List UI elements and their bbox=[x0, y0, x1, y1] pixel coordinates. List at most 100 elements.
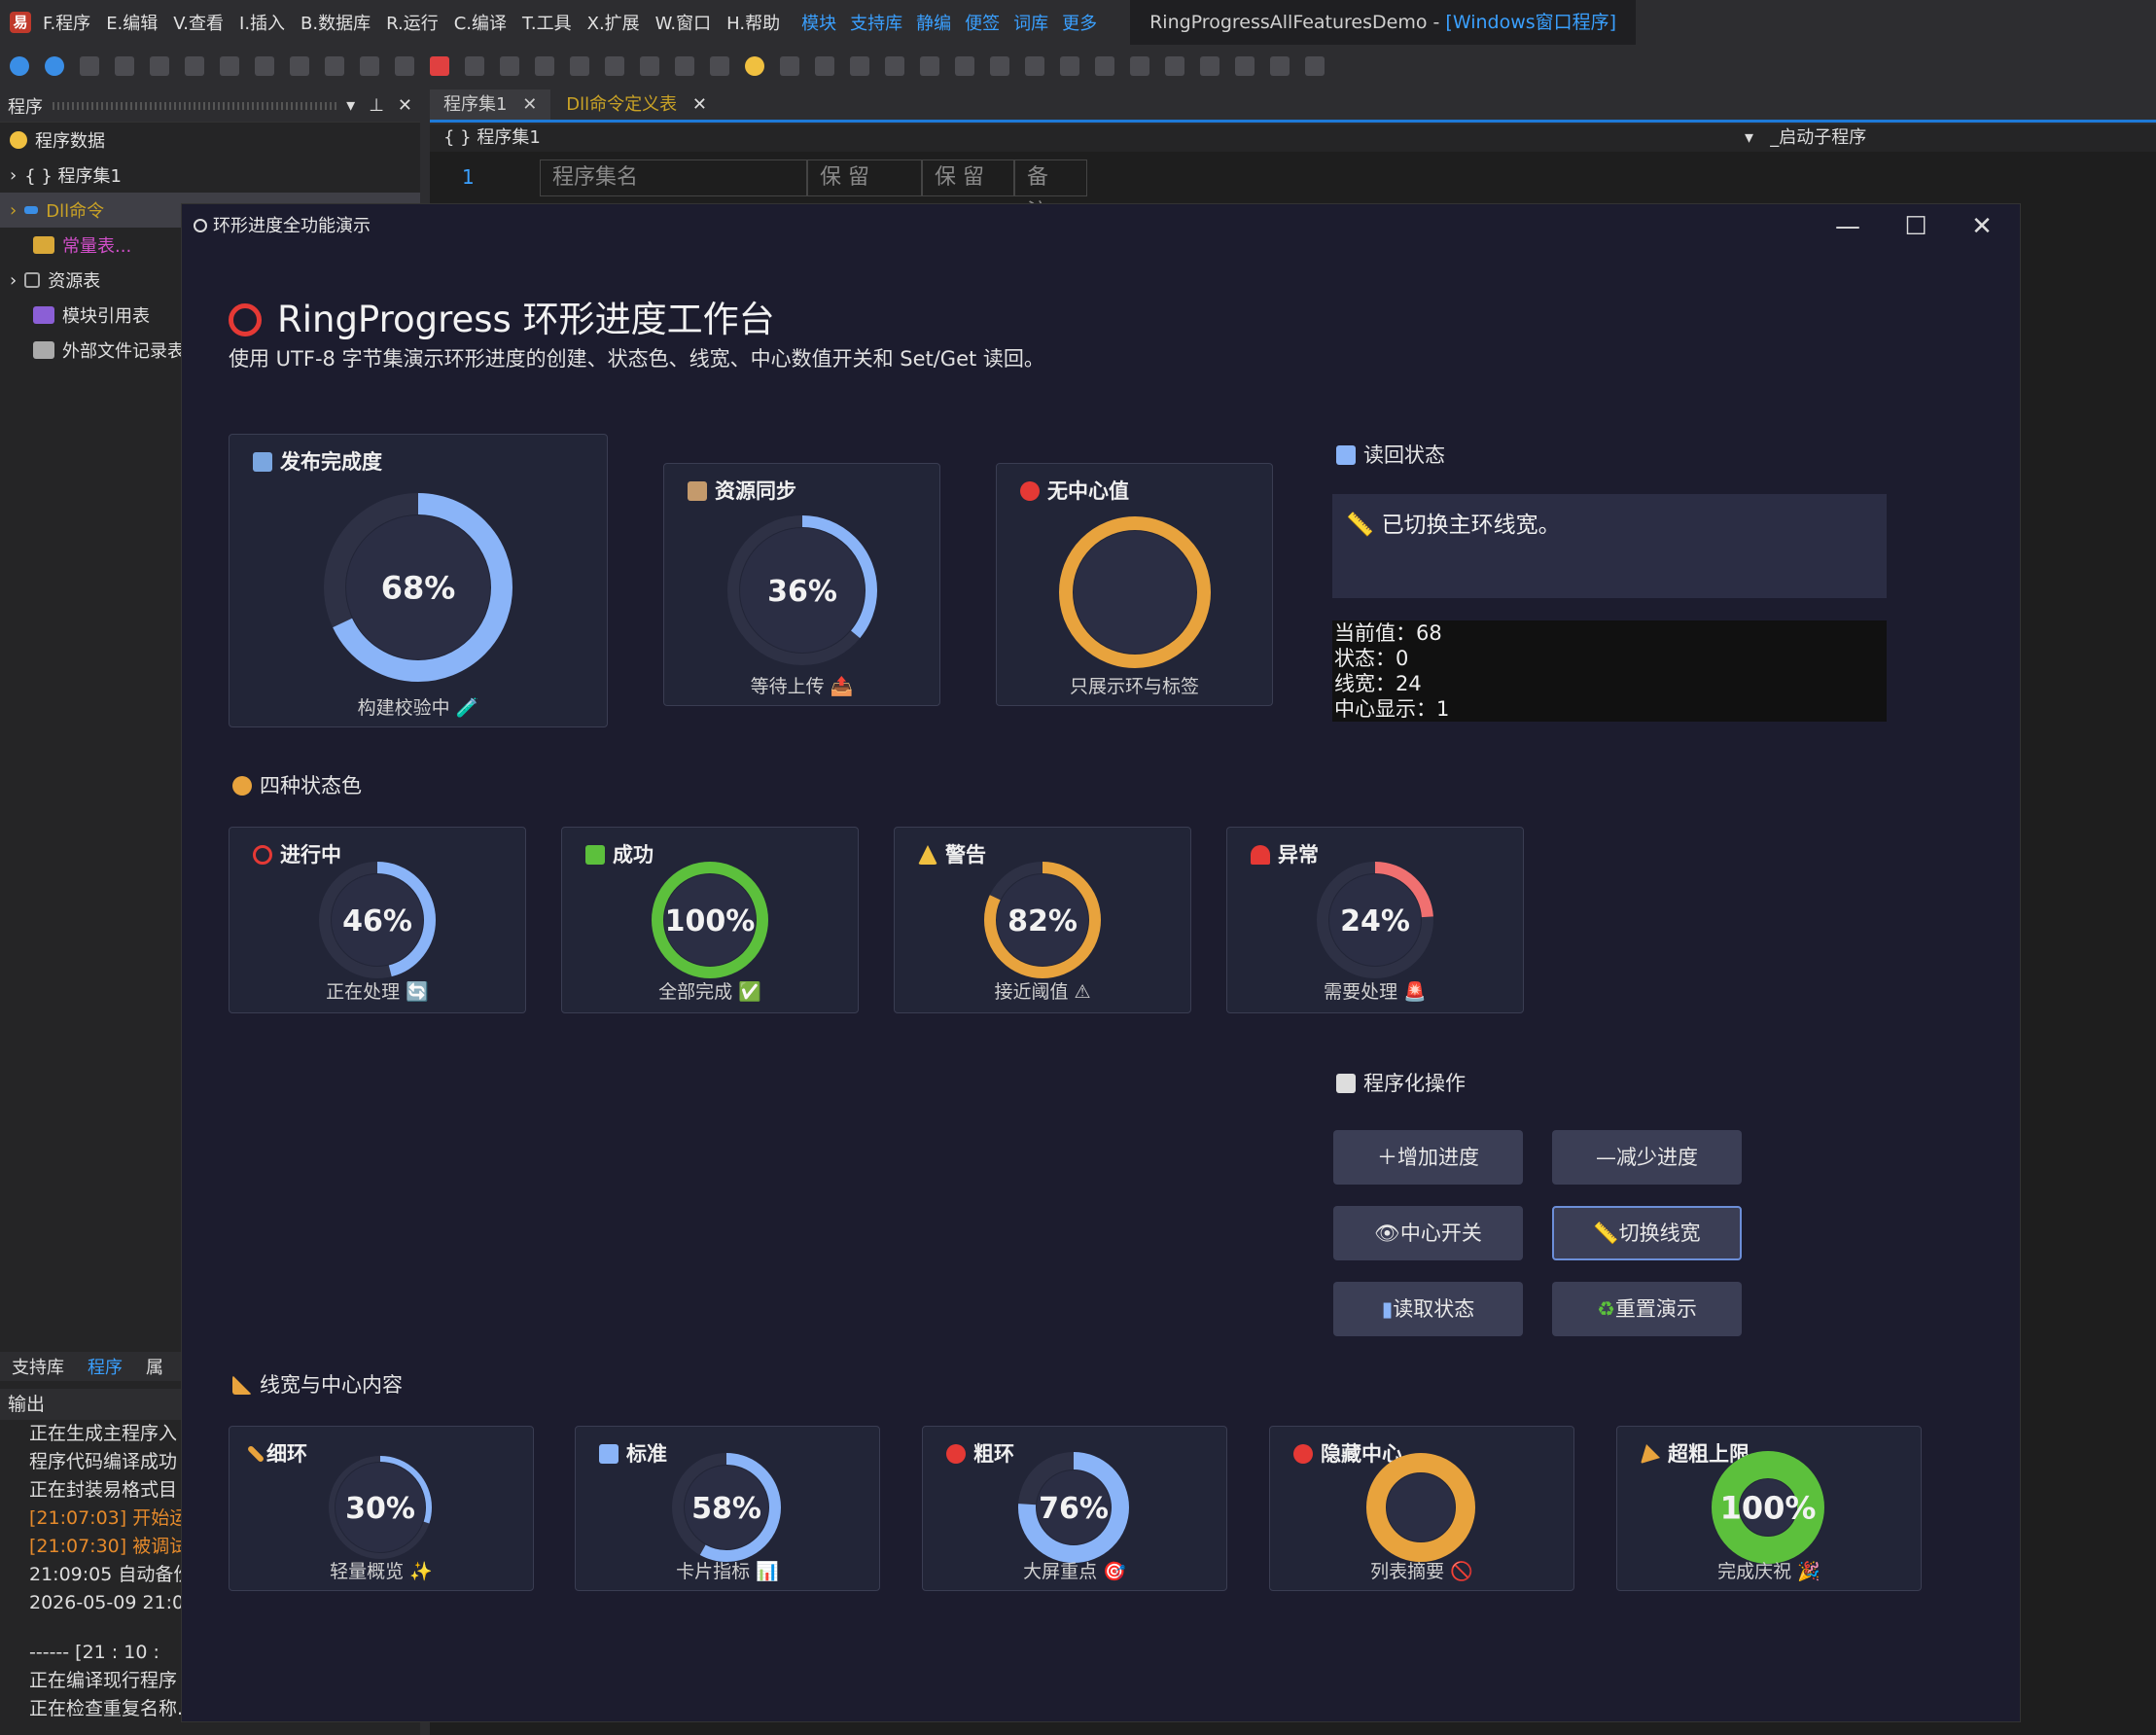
menu-item-tools[interactable]: T.工具 bbox=[522, 10, 572, 35]
lightbulb-icon[interactable] bbox=[745, 56, 764, 76]
panel-grip[interactable] bbox=[53, 101, 337, 110]
menu-item-edit[interactable]: E.编辑 bbox=[106, 10, 158, 35]
brush-icon[interactable] bbox=[1270, 56, 1290, 76]
align-right-icon[interactable] bbox=[850, 56, 869, 76]
toggle-center-button[interactable]: 👁中心开关 bbox=[1333, 1206, 1523, 1260]
tools-icon[interactable] bbox=[1305, 56, 1325, 76]
menu-item-help[interactable]: H.帮助 bbox=[726, 10, 780, 35]
maximize-button[interactable]: ☐ bbox=[1884, 204, 1948, 249]
menu-item-window[interactable]: W.窗口 bbox=[655, 10, 711, 35]
tab-support-library[interactable]: 支持库 bbox=[0, 1354, 76, 1379]
ring-progress bbox=[1059, 516, 1211, 668]
menu-item-compile[interactable]: C.编译 bbox=[454, 10, 507, 35]
bar-chart-icon: ▮ bbox=[1381, 1297, 1394, 1321]
minimize-button[interactable]: — bbox=[1816, 204, 1880, 249]
jump-icon[interactable] bbox=[675, 56, 694, 76]
build-icon[interactable] bbox=[500, 56, 519, 76]
forward-icon[interactable] bbox=[45, 56, 64, 76]
paste-icon[interactable] bbox=[255, 56, 274, 76]
module-table-header: 程序集名 保 留 保 留 备 注 bbox=[540, 159, 1087, 225]
restart-icon[interactable] bbox=[465, 56, 484, 76]
card-width-thick: 粗环 76% 大屏重点 🎯 bbox=[922, 1426, 1227, 1591]
card-title: 资源同步 bbox=[688, 476, 796, 505]
reset-button[interactable]: ♻重置演示 bbox=[1552, 1282, 1742, 1336]
tab-program[interactable]: 程序 bbox=[76, 1354, 134, 1379]
menu-item-insert[interactable]: I.插入 bbox=[239, 10, 285, 35]
read-state-button[interactable]: ▮读取状态 bbox=[1333, 1282, 1523, 1336]
new-file-icon[interactable] bbox=[80, 56, 99, 76]
menu-item-notes[interactable]: 便签 bbox=[965, 10, 1000, 35]
step-into-icon[interactable] bbox=[605, 56, 624, 76]
step-out-icon[interactable] bbox=[640, 56, 659, 76]
ring-caption: 完成庆祝 🎉 bbox=[1717, 1561, 1820, 1582]
close-icon[interactable]: ✕ bbox=[398, 95, 412, 116]
menu-item-program[interactable]: F.程序 bbox=[43, 10, 90, 35]
align-top-icon[interactable] bbox=[885, 56, 904, 76]
tree-item-module1[interactable]: ›{ } 程序集1 bbox=[0, 158, 420, 193]
breakpoint-icon[interactable] bbox=[710, 56, 729, 76]
find-icon[interactable] bbox=[360, 56, 379, 76]
menu-item-dict[interactable]: 词库 bbox=[1013, 10, 1048, 35]
back-icon[interactable] bbox=[10, 56, 29, 76]
stop-icon[interactable] bbox=[430, 56, 449, 76]
undo-icon[interactable] bbox=[290, 56, 309, 76]
menu-item-more[interactable]: 更多 bbox=[1062, 10, 1097, 35]
startup-sub-selector[interactable]: ▾ _启动子程序 bbox=[1745, 124, 1866, 152]
state-line: 线宽：24 bbox=[1334, 672, 1422, 695]
ring-caption: 列表摘要 🚫 bbox=[1370, 1561, 1473, 1582]
menu-item-run[interactable]: R.运行 bbox=[386, 10, 439, 35]
menu-item-database[interactable]: B.数据库 bbox=[300, 10, 371, 35]
copy-icon[interactable] bbox=[220, 56, 239, 76]
align-bottom-icon[interactable] bbox=[920, 56, 939, 76]
open-folder-icon[interactable] bbox=[115, 56, 134, 76]
close-icon[interactable]: ✕ bbox=[522, 94, 537, 115]
editor-path[interactable]: { } 程序集1 bbox=[443, 127, 541, 148]
center-v-icon[interactable] bbox=[1130, 56, 1149, 76]
center-h-icon[interactable] bbox=[1095, 56, 1114, 76]
chevron-right-icon[interactable]: › bbox=[10, 200, 17, 221]
align-center-icon[interactable] bbox=[815, 56, 834, 76]
menu-item-view[interactable]: V.查看 bbox=[173, 10, 224, 35]
tab-properties[interactable]: 属 bbox=[134, 1354, 175, 1379]
tab-dll-table[interactable]: Dll命令定义表 ✕ bbox=[552, 89, 721, 120]
distribute-v-icon[interactable] bbox=[990, 56, 1009, 76]
program-panel-header: 程序 ▾ ⊥ ✕ bbox=[0, 89, 420, 123]
ring-value: 82% bbox=[1007, 904, 1078, 938]
resource-icon bbox=[24, 272, 41, 288]
step-over-icon[interactable] bbox=[570, 56, 589, 76]
menu-item-support[interactable]: 支持库 bbox=[850, 10, 902, 35]
card-release: 发布完成度 68% 构建校验中 🧪 bbox=[229, 434, 608, 727]
toggle-width-button[interactable]: 📏切换线宽 bbox=[1552, 1206, 1742, 1260]
close-icon[interactable]: ✕ bbox=[692, 94, 707, 115]
align-left-icon[interactable] bbox=[780, 56, 799, 76]
chevron-right-icon[interactable]: › bbox=[10, 270, 17, 291]
space-icon[interactable] bbox=[1165, 56, 1184, 76]
step-icon[interactable] bbox=[535, 56, 554, 76]
ring-value: 30% bbox=[345, 1492, 415, 1526]
fit-icon[interactable] bbox=[1200, 56, 1219, 76]
close-button[interactable]: ✕ bbox=[1950, 204, 2014, 249]
tree-item-program-data[interactable]: 程序数据 bbox=[0, 123, 420, 158]
dropdown-icon[interactable]: ▾ bbox=[346, 95, 355, 116]
distribute-h-icon[interactable] bbox=[955, 56, 974, 76]
decrease-button[interactable]: —减少进度 bbox=[1552, 1130, 1742, 1185]
chevron-right-icon[interactable]: › bbox=[10, 165, 17, 186]
menu-item-extend[interactable]: X.扩展 bbox=[587, 10, 640, 35]
same-height-icon[interactable] bbox=[1060, 56, 1079, 76]
redo-icon[interactable] bbox=[325, 56, 344, 76]
menu-item-static[interactable]: 静编 bbox=[916, 10, 951, 35]
pin-icon[interactable]: ⊥ bbox=[369, 95, 384, 116]
same-width-icon[interactable] bbox=[1025, 56, 1044, 76]
run-icon[interactable] bbox=[395, 56, 414, 76]
expand-icon[interactable] bbox=[1235, 56, 1255, 76]
app-logo-icon: 易 bbox=[10, 12, 31, 33]
program-panel-title: 程序 bbox=[8, 96, 43, 118]
no-entry-icon bbox=[1293, 1444, 1313, 1464]
save-icon[interactable] bbox=[150, 56, 169, 76]
increase-button[interactable]: ＋增加进度 bbox=[1333, 1130, 1523, 1185]
ring-value: 46% bbox=[342, 904, 412, 938]
card-title: 发布完成度 bbox=[253, 446, 382, 476]
tab-module1[interactable]: 程序集1 ✕ bbox=[430, 89, 551, 120]
cut-icon[interactable] bbox=[185, 56, 204, 76]
menu-item-module[interactable]: 模块 bbox=[801, 10, 836, 35]
